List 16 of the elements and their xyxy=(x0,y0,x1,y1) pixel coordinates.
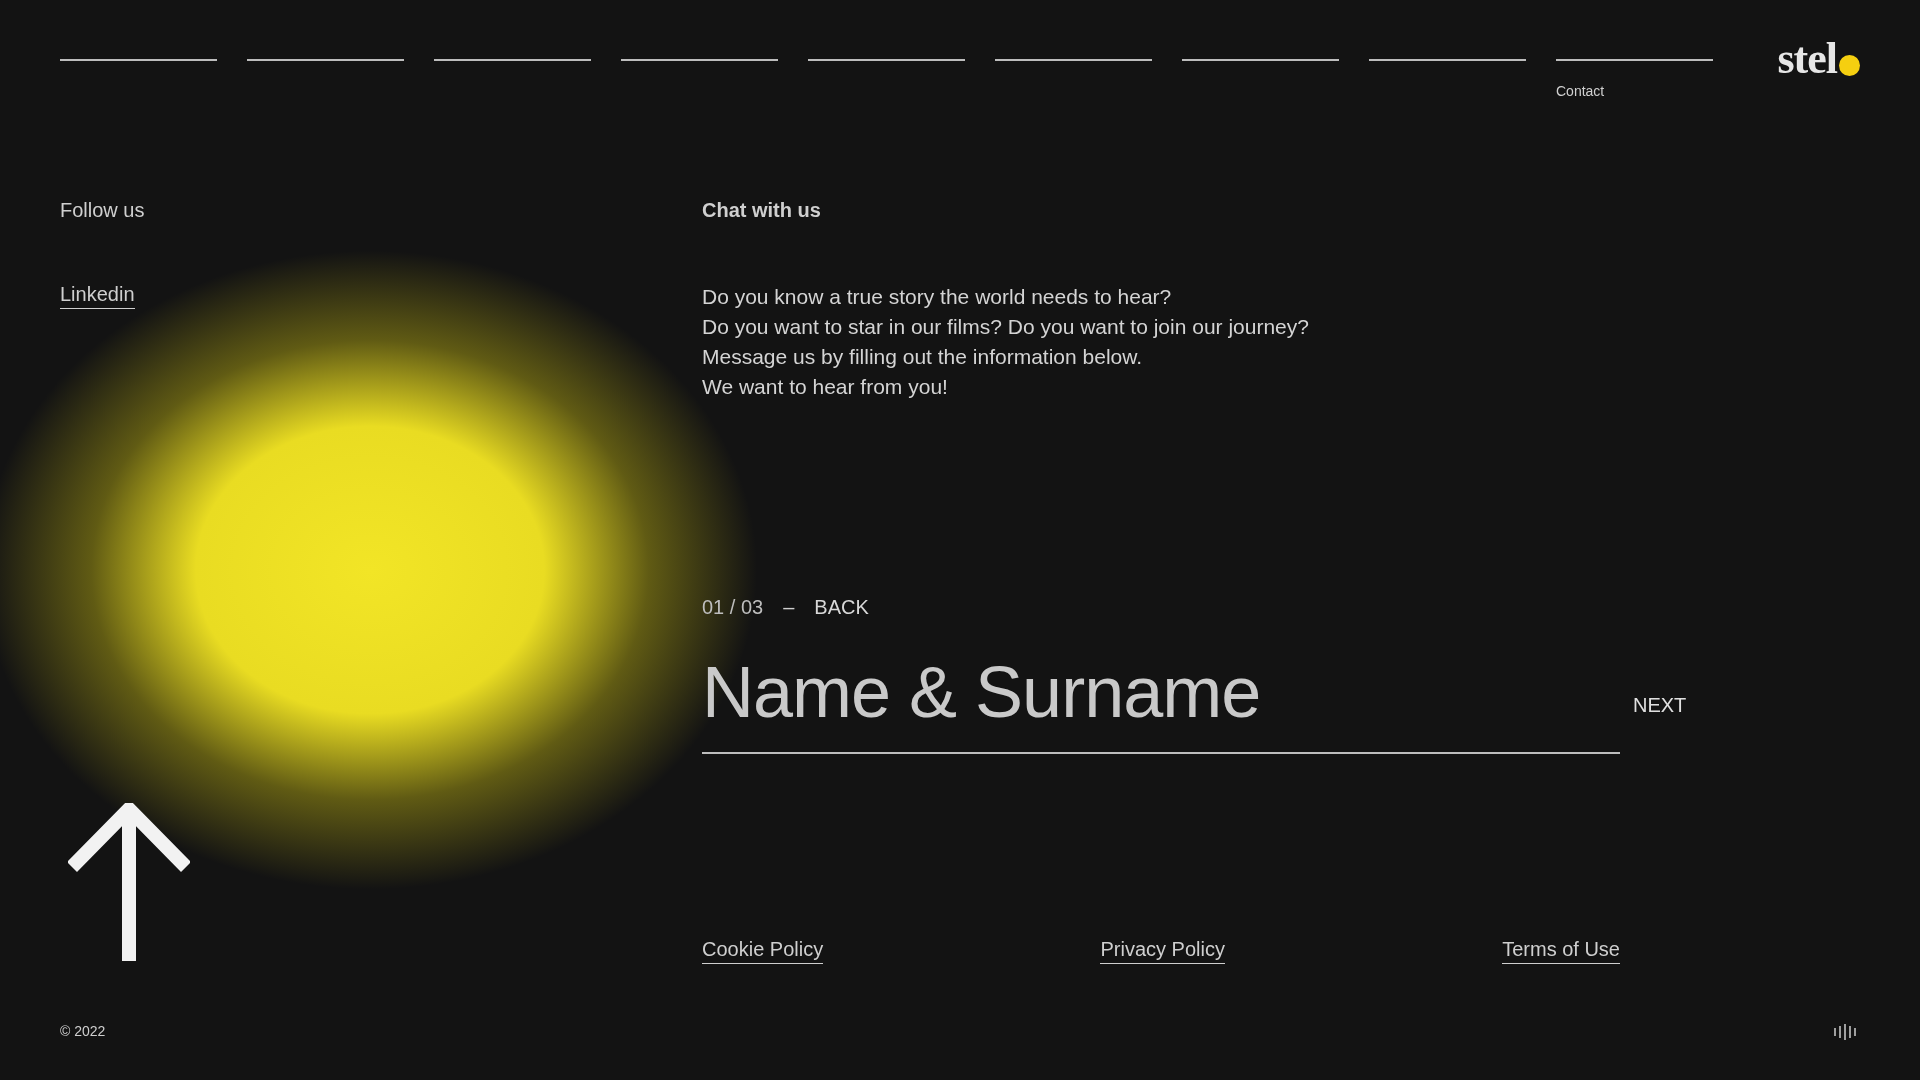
intro-paragraph: Do you know a true story the world needs to hear? Do you want to star in our films? Do you want to join our journey? Message us by filling out the information below. We want to hear from you! xyxy=(702,284,1310,400)
footer-link[interactable]: Terms of Use xyxy=(1502,937,1620,964)
copyright: © 2022 xyxy=(60,1022,106,1041)
next-button[interactable]: NEXT xyxy=(1633,690,1687,720)
back-button[interactable]: BACK xyxy=(814,592,869,622)
section-title: Follow us xyxy=(60,198,146,222)
logo[interactable]: stel xyxy=(1777,37,1860,81)
sound-bars-icon[interactable] xyxy=(1834,1023,1856,1040)
separator-dash: – xyxy=(783,595,795,620)
social-link[interactable]: Linkedin xyxy=(60,282,135,309)
nav-link[interactable]: Contact xyxy=(1556,83,1605,99)
step-counter: 01 / 03 xyxy=(702,595,764,620)
up-arrow-icon[interactable] xyxy=(68,803,190,961)
footer-link[interactable]: Cookie Policy xyxy=(702,937,824,964)
footer-link[interactable]: Privacy Policy xyxy=(1100,937,1225,964)
section-title: Chat with us xyxy=(702,198,822,222)
